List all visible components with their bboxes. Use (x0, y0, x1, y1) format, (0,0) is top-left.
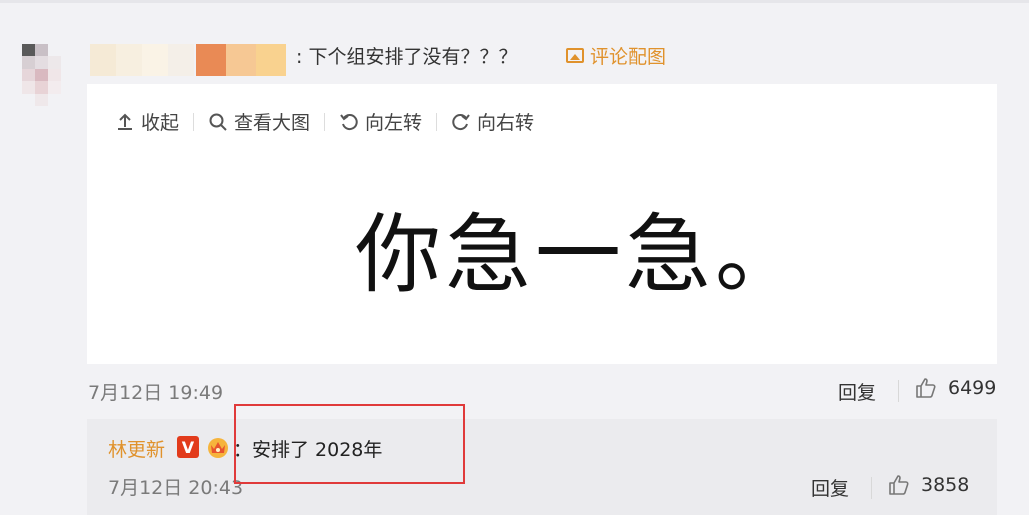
reply-text: ：安排了 2028年 (233, 439, 383, 461)
comment-text: : 下个组安排了没有？？？ (296, 46, 518, 68)
rotate-left-label: 向左转 (365, 112, 423, 134)
comment-picture-link[interactable]: 评论配图 (566, 42, 666, 69)
username-blurred[interactable] (90, 44, 194, 76)
reply-timestamp: 7月12日 20:43 (108, 477, 244, 499)
upload-arrow-icon (118, 113, 132, 130)
search-icon (209, 113, 227, 131)
reply-username[interactable]: 林更新 (108, 435, 165, 462)
nested-reply: 林更新 V ：安排了 2028年 7月12日 20:43 回复 3858 (87, 419, 997, 515)
rotate-right-button[interactable]: 向右转 (451, 108, 534, 135)
thumbs-up-icon (916, 378, 936, 398)
like-count-nested: 3858 (921, 474, 970, 496)
rotate-right-label: 向右转 (477, 112, 535, 134)
top-divider (0, 0, 1029, 3)
reply-button-nested[interactable]: 回复 (811, 474, 849, 501)
image-preview-panel: 收起 查看大图 向左转 向右转 你急一急。 (87, 84, 997, 364)
crown-badge-icon (208, 438, 228, 458)
rotate-left-icon (340, 113, 358, 130)
image-toolbar: 收起 查看大图 向左转 向右转 (115, 108, 534, 135)
rotate-left-button[interactable]: 向左转 (339, 108, 422, 135)
toolbar-separator (193, 112, 195, 131)
image-icon (566, 48, 584, 63)
toolbar-separator (436, 112, 438, 131)
view-large-label: 查看大图 (234, 112, 311, 134)
divider (871, 477, 872, 499)
avatar[interactable] (22, 44, 74, 106)
divider (898, 380, 899, 402)
like-count: 6499 (948, 377, 997, 399)
comment-timestamp: 7月12日 19:49 (88, 382, 224, 404)
like-button-nested[interactable]: 3858 (887, 473, 969, 497)
collapse-button[interactable]: 收起 (115, 108, 179, 135)
view-large-button[interactable]: 查看大图 (208, 108, 310, 135)
toolbar-separator (324, 112, 326, 131)
username-blurred-2[interactable] (196, 44, 286, 76)
verified-badge: V (177, 436, 199, 458)
image-caption-text: 你急一急。 (355, 205, 805, 305)
rotate-right-icon (452, 113, 470, 130)
collapse-label: 收起 (141, 112, 180, 134)
like-button[interactable]: 6499 (914, 376, 996, 400)
comment-picture-label: 评论配图 (590, 46, 667, 68)
reply-button[interactable]: 回复 (838, 378, 876, 405)
thumbs-up-icon (889, 475, 909, 495)
